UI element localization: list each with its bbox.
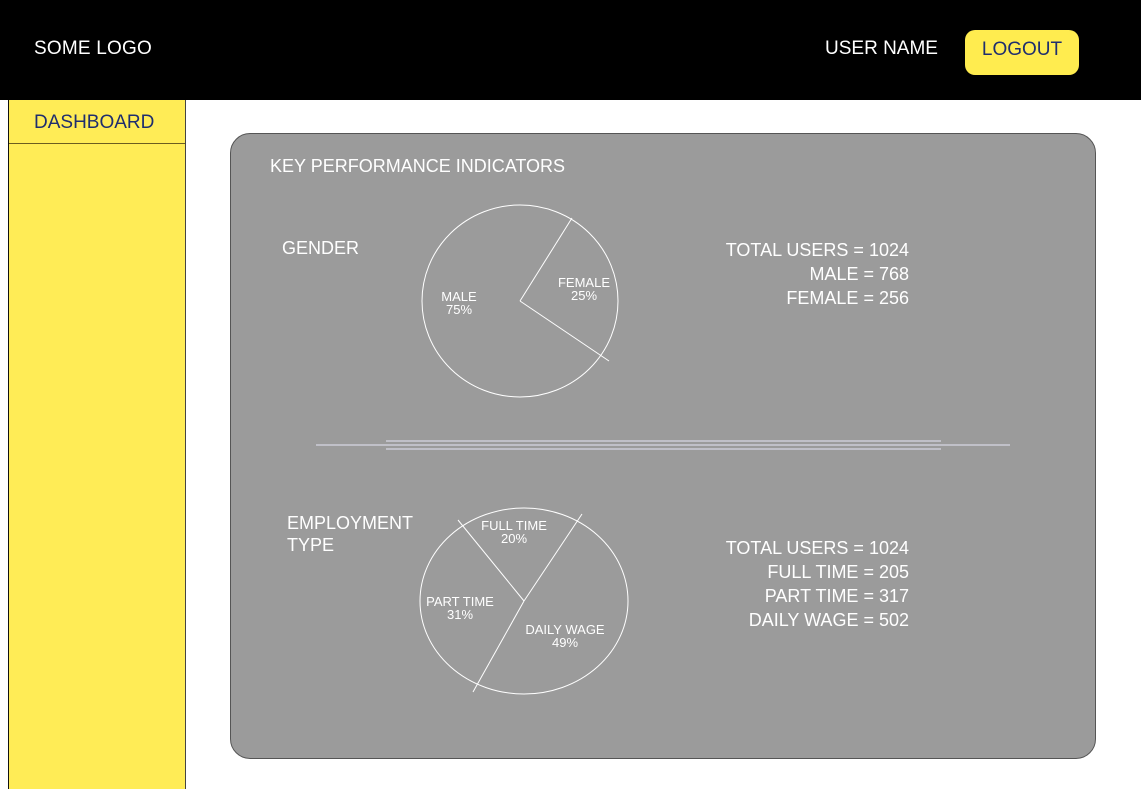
gender-pie-divider (519, 300, 610, 362)
stat-male: MALE = 768 (809, 264, 909, 284)
employment-pie-chart: FULL TIME 20% PART TIME 31% DAILY WAGE 4… (419, 507, 629, 695)
gender-pie-chart: MALE 75% FEMALE 25% (421, 204, 619, 398)
section-divider (316, 440, 1010, 450)
panel-title: KEY PERFORMANCE INDICATORS (270, 156, 566, 176)
logo: SOME LOGO (34, 38, 152, 59)
sidebar-item-dashboard[interactable]: DASHBOARD (9, 100, 185, 144)
gender-label: GENDER (282, 238, 360, 258)
kpi-panel: KEY PERFORMANCE INDICATORS GENDER MALE 7… (230, 133, 1096, 759)
slice-percent-female: 25% (571, 288, 597, 303)
stat-total-users: TOTAL USERS = 1024 (725, 240, 909, 260)
sidebar: DASHBOARD (8, 100, 186, 789)
slice-percent-daily-wage: 49% (552, 635, 578, 650)
user-name[interactable]: USER NAME (825, 38, 938, 60)
slice-percent-part-time: 31% (447, 607, 473, 622)
stat-part-time: PART TIME = 317 (764, 586, 909, 606)
top-bar: SOME LOGO USER NAME LOGOUT (0, 0, 1141, 100)
stat-full-time: FULL TIME = 205 (767, 562, 909, 582)
stat-total-users: TOTAL USERS = 1024 (725, 538, 909, 558)
logout-button[interactable]: LOGOUT (965, 30, 1079, 75)
employment-label-line1: EMPLOYMENT (287, 513, 414, 533)
employment-label: EMPLOYMENT TYPE (287, 512, 413, 556)
employment-pie-divider (472, 600, 525, 693)
slice-percent-male: 75% (446, 302, 472, 317)
stat-female: FEMALE = 256 (786, 288, 909, 308)
employment-label-line2: TYPE (287, 535, 335, 555)
stat-daily-wage: DAILY WAGE = 502 (748, 610, 909, 630)
gender-stats: TOTAL USERS = 1024 MALE = 768 FEMALE = 2… (726, 238, 909, 310)
slice-percent-full-time: 20% (501, 531, 527, 546)
employment-stats: TOTAL USERS = 1024 FULL TIME = 205 PART … (726, 536, 909, 632)
